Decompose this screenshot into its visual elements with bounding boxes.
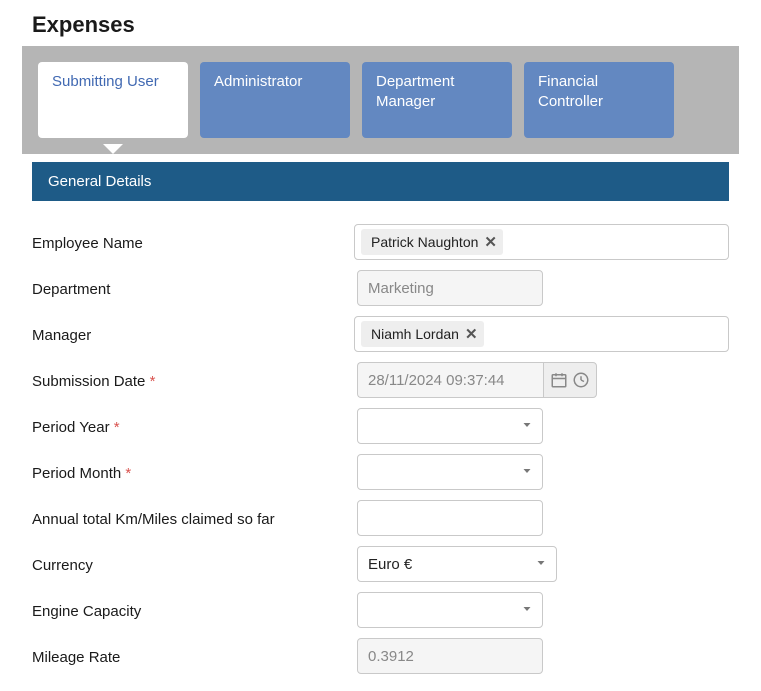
label-engine-capacity: Engine Capacity (32, 601, 357, 620)
annual-km-field[interactable] (357, 500, 543, 536)
department-field (357, 270, 543, 306)
period-month-value (357, 454, 543, 490)
section-header-general-details: General Details (32, 162, 729, 201)
period-year-value (357, 408, 543, 444)
engine-capacity-select[interactable] (357, 592, 543, 628)
tabs-bar: Submitting User Administrator Department… (22, 46, 739, 138)
tab-submitting-user[interactable]: Submitting User (38, 62, 188, 138)
employee-name-field[interactable]: Patrick Naughton ✕ (354, 224, 729, 260)
tab-administrator[interactable]: Administrator (200, 62, 350, 138)
manager-tag-text: Niamh Lordan (371, 326, 459, 342)
currency-value (357, 546, 557, 582)
currency-select[interactable] (357, 546, 557, 582)
calendar-icon[interactable] (550, 371, 568, 389)
employee-name-tag-text: Patrick Naughton (371, 234, 478, 250)
tab-department-manager[interactable]: Department Manager (362, 62, 512, 138)
mileage-rate-field (357, 638, 543, 674)
label-employee-name: Employee Name (32, 233, 354, 252)
page-title: Expenses (0, 0, 761, 46)
clock-icon[interactable] (572, 371, 590, 389)
label-department: Department (32, 279, 357, 298)
label-manager: Manager (32, 325, 354, 344)
employee-name-tag: Patrick Naughton ✕ (361, 229, 503, 255)
required-marker: * (114, 419, 120, 436)
label-currency: Currency (32, 555, 357, 574)
label-mileage-rate: Mileage Rate (32, 647, 357, 666)
required-marker: * (125, 465, 131, 482)
tabs-bar-padding (22, 138, 739, 154)
engine-capacity-value (357, 592, 543, 628)
label-period-month: Period Month * (32, 463, 357, 482)
tab-financial-controller[interactable]: Financial Controller (524, 62, 674, 138)
submission-date-field[interactable] (357, 362, 597, 398)
manager-tag: Niamh Lordan ✕ (361, 321, 484, 347)
label-annual-km: Annual total Km/Miles claimed so far (32, 509, 357, 528)
required-marker: * (150, 373, 156, 390)
remove-manager-icon[interactable]: ✕ (465, 325, 478, 343)
form-general-details: Employee Name Patrick Naughton ✕ Departm… (0, 201, 761, 679)
period-year-select[interactable] (357, 408, 543, 444)
submission-date-input (357, 362, 543, 398)
period-month-select[interactable] (357, 454, 543, 490)
label-period-year: Period Year * (32, 417, 357, 436)
label-submission-date: Submission Date * (32, 371, 357, 390)
remove-employee-name-icon[interactable]: ✕ (484, 233, 497, 251)
manager-field[interactable]: Niamh Lordan ✕ (354, 316, 729, 352)
